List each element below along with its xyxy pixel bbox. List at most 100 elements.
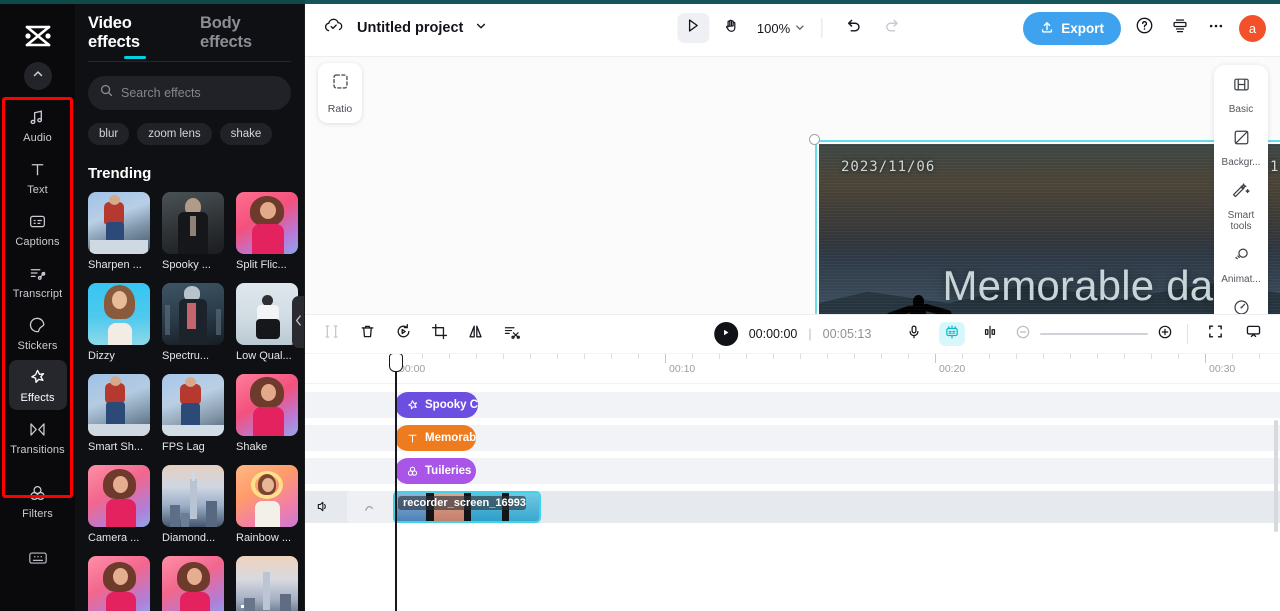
tab-video-effects[interactable]: Video effects <box>88 14 182 61</box>
sidebar-item-label: Captions <box>15 236 60 248</box>
record-voiceover-button[interactable] <box>901 322 927 346</box>
video-preview-selection[interactable]: 2023/11/06 11:34 PM Memorable day CAMERA… <box>809 134 1280 314</box>
effect-item[interactable]: Dizzy <box>88 283 150 362</box>
auto-captions-button[interactable] <box>939 322 965 346</box>
track-row[interactable]: Spooky C <box>305 392 1280 418</box>
effect-item[interactable]: Spooky ... <box>162 192 224 271</box>
effect-thumbnail <box>236 374 298 436</box>
sidebar-item-captions[interactable]: Captions <box>9 204 67 254</box>
effect-item[interactable]: Spectru... <box>162 283 224 362</box>
effect-item[interactable]: Diamond... <box>162 465 224 544</box>
sidebar-item-text[interactable]: Text <box>9 152 67 202</box>
playhead-handle[interactable] <box>389 354 403 372</box>
video-effects-panel: Video effects Body effects blur zoom len… <box>75 0 305 611</box>
speaker-icon[interactable] <box>315 499 330 519</box>
avatar[interactable]: a <box>1239 14 1266 42</box>
search-effects-box[interactable] <box>88 76 291 110</box>
ratio-button[interactable]: Ratio <box>318 63 362 123</box>
resize-handle-top-left[interactable] <box>809 134 820 145</box>
rtool-smart-tools[interactable]: Smart tools <box>1217 181 1265 232</box>
sidebar-item-effects[interactable]: Effects <box>8 360 67 410</box>
split-clip-button[interactable] <box>977 322 1003 346</box>
tab-body-effects[interactable]: Body effects <box>200 14 291 61</box>
mirror-button[interactable] <box>465 324 485 344</box>
fit-to-screen-button[interactable] <box>1202 322 1228 346</box>
timeline-vertical-scrollbar[interactable] <box>1274 420 1278 532</box>
chip-blur[interactable]: blur <box>88 123 130 145</box>
media-track-row[interactable]: recorder_screen_169934 <box>305 491 1280 523</box>
preview-monitor-button[interactable] <box>1240 322 1266 346</box>
track-row[interactable]: Tuileries <box>305 458 1280 484</box>
suggested-chips: blur zoom lens shake <box>75 110 304 145</box>
delete-trash-icon <box>359 323 376 345</box>
sticker-clip[interactable]: Tuileries <box>395 458 476 484</box>
effect-item[interactable]: Low Qual... <box>236 283 298 362</box>
help-button[interactable] <box>1131 15 1157 41</box>
sidebar-item-transcript[interactable]: Transcript <box>9 256 67 306</box>
split-icon <box>323 323 340 345</box>
keyboard-shortcuts-button[interactable] <box>28 550 48 571</box>
auto-cut-button[interactable] <box>501 324 521 344</box>
timeline-zoom-slider[interactable] <box>1015 324 1173 345</box>
effect-item[interactable] <box>236 556 298 611</box>
play-button[interactable] <box>713 322 738 346</box>
undo-button[interactable] <box>838 13 870 43</box>
select-tool-button[interactable] <box>676 13 709 43</box>
effect-item[interactable] <box>88 556 150 611</box>
hand-tool-button[interactable] <box>715 13 747 43</box>
layers-button[interactable] <box>1167 15 1193 41</box>
effect-item[interactable]: Split Flic... <box>236 192 298 271</box>
zoom-out-icon[interactable] <box>1015 324 1031 345</box>
project-title[interactable]: Untitled project <box>357 20 463 36</box>
effect-item[interactable]: Smart Sh... <box>88 374 150 453</box>
redo-button[interactable] <box>876 13 908 43</box>
panel-collapse-button[interactable] <box>292 296 304 348</box>
sidebar-item-transitions[interactable]: Transitions <box>9 412 67 462</box>
export-button[interactable]: Export <box>1023 11 1121 45</box>
rtool-background[interactable]: Backgr... <box>1217 128 1265 168</box>
cloud-saved-icon[interactable] <box>323 17 345 40</box>
chevron-down-icon[interactable] <box>475 19 487 37</box>
chip-zoom-lens[interactable]: zoom lens <box>137 123 212 145</box>
track-thumbnail-head[interactable] <box>347 491 395 523</box>
effect-item[interactable]: FPS Lag <box>162 374 224 453</box>
playhead[interactable] <box>389 354 403 611</box>
sidebar-item-filters[interactable]: Filters <box>9 476 67 526</box>
effect-item[interactable]: Sharpen ... <box>88 192 150 271</box>
effect-item[interactable]: Camera ... <box>88 465 150 544</box>
split-clip-icon <box>982 324 998 345</box>
effect-item[interactable]: Rainbow ... <box>236 465 298 544</box>
track-row[interactable]: Memorab <box>305 425 1280 451</box>
sidebar-item-label: Filters <box>22 508 53 520</box>
zoom-slider-track[interactable] <box>1040 333 1148 335</box>
effect-item[interactable]: Shake <box>236 374 298 453</box>
search-input[interactable] <box>121 86 279 100</box>
delete-button[interactable] <box>357 324 377 344</box>
ratio-label: Ratio <box>327 102 353 115</box>
timeline-ruler[interactable]: 00:00 00:10 00:20 00:30 <box>305 354 1280 384</box>
header-center-tools: 100% <box>676 13 908 43</box>
effect-clip[interactable]: Spooky C <box>395 392 478 418</box>
rail-collapse-button[interactable] <box>23 62 52 90</box>
sidebar-item-audio[interactable]: Audio <box>9 100 67 150</box>
filters-icon <box>406 465 419 478</box>
effect-label: Spectru... <box>162 350 210 362</box>
chip-shake[interactable]: shake <box>219 123 273 145</box>
rtool-speed[interactable]: Speed <box>1217 298 1265 314</box>
rotate-button[interactable] <box>393 324 413 344</box>
rtool-basic[interactable]: Basic <box>1217 75 1265 115</box>
video-title-text[interactable]: Memorable day <box>819 262 1280 310</box>
sidebar-item-stickers[interactable]: Stickers <box>9 308 67 358</box>
zoom-in-icon[interactable] <box>1157 324 1173 345</box>
effect-item[interactable] <box>162 556 224 611</box>
media-clip[interactable]: recorder_screen_169934 <box>393 491 541 523</box>
split-button[interactable] <box>321 324 341 344</box>
time-separator: | <box>808 327 812 341</box>
timeline[interactable]: 00:00 00:10 00:20 00:30 Spooky C Memorab… <box>305 354 1280 611</box>
zoom-level-selector[interactable]: 100% <box>757 21 805 36</box>
capcut-logo-icon[interactable] <box>18 16 58 56</box>
more-options-button[interactable] <box>1203 15 1229 41</box>
crop-button[interactable] <box>429 324 449 344</box>
text-clip[interactable]: Memorab <box>395 425 476 451</box>
rtool-animation[interactable]: Animat... <box>1217 245 1265 285</box>
